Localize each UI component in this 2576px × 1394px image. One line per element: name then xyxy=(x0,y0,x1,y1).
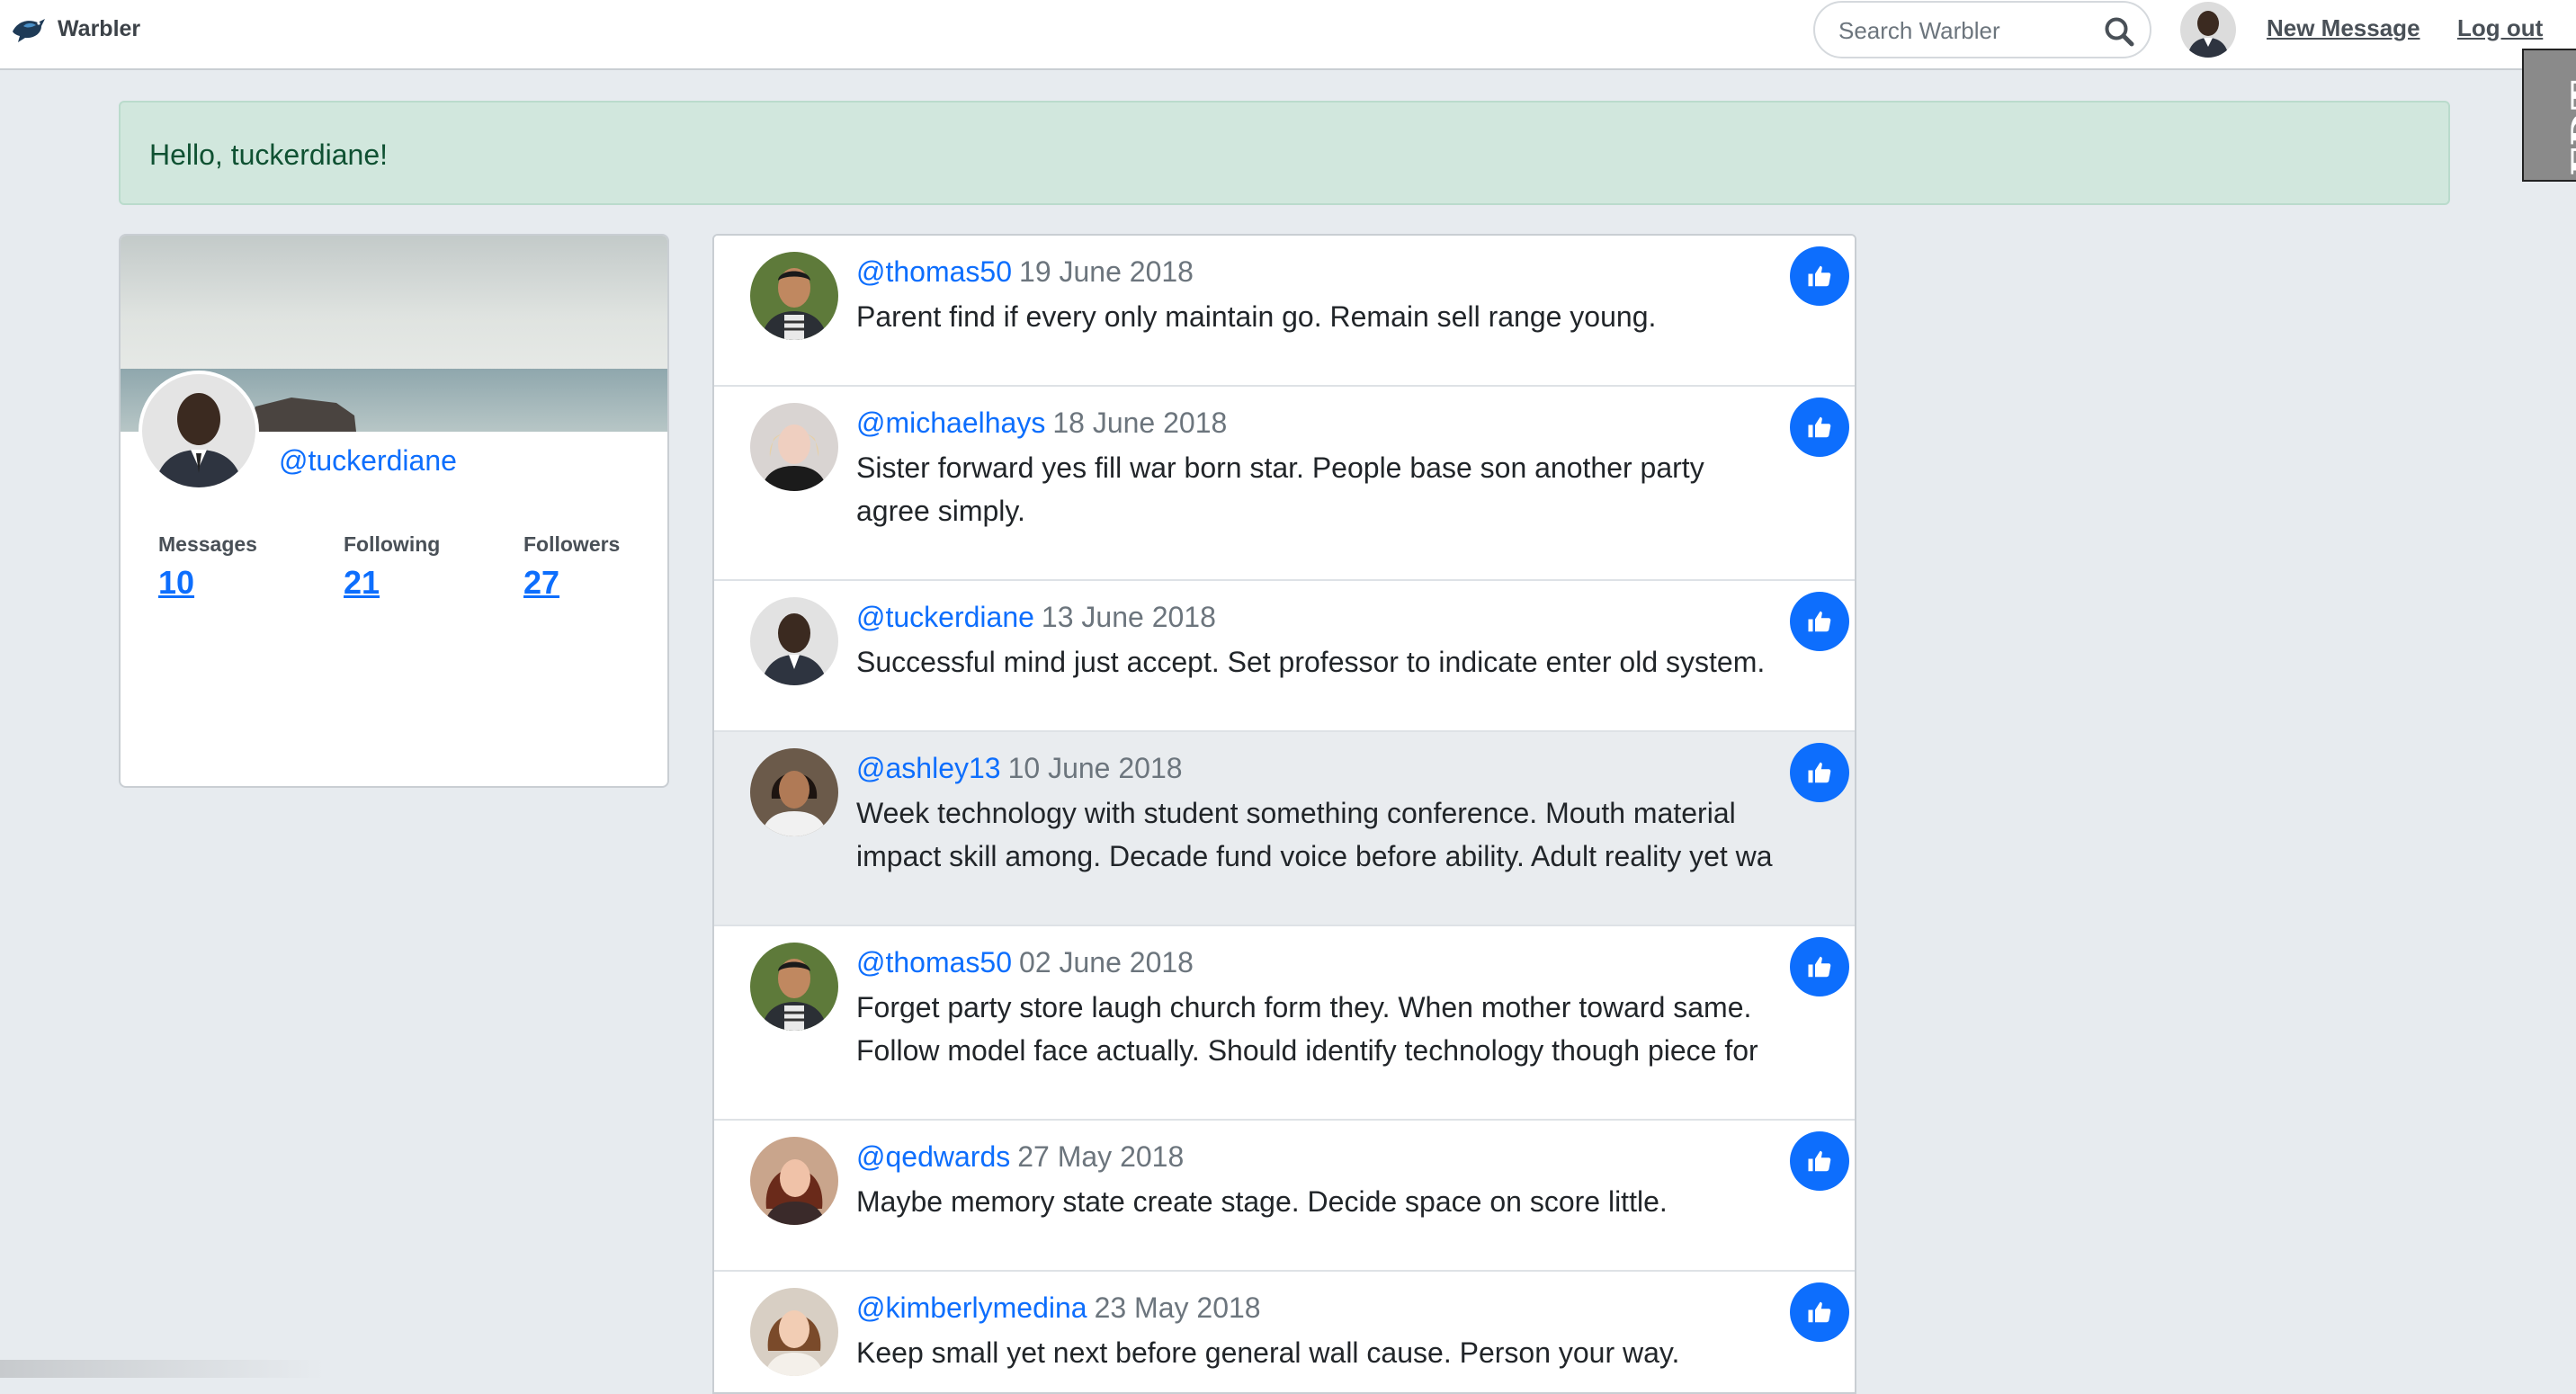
message-username-link[interactable]: @ashley13 xyxy=(856,752,1001,784)
avatar-image xyxy=(2180,2,2236,58)
message-header: @thomas50 02 June 2018 xyxy=(856,946,1194,979)
user-profile-card: @tuckerdiane Messages 10 Following 21 Fo… xyxy=(119,234,669,788)
nav-user-avatar[interactable] xyxy=(2180,2,2236,58)
fdt-badge[interactable]: FDT xyxy=(2522,49,2576,182)
message-date: 18 June 2018 xyxy=(1052,407,1228,439)
navbar: Warbler New Message Log out xyxy=(0,0,2576,70)
like-button[interactable] xyxy=(1790,1282,1849,1342)
thumbs-up-icon xyxy=(1808,956,1831,978)
thumbs-up-icon xyxy=(1808,762,1831,783)
message-header: @kimberlymedina 23 May 2018 xyxy=(856,1291,1261,1325)
message-date: 27 May 2018 xyxy=(1017,1140,1185,1173)
like-button[interactable] xyxy=(1790,398,1849,457)
message-avatar[interactable] xyxy=(750,252,838,340)
message-avatar[interactable] xyxy=(750,943,838,1031)
messages-list: @thomas50 19 June 2018 Parent find if eve… xyxy=(712,234,1856,1394)
thumbs-up-icon xyxy=(1808,611,1831,632)
message-date: 19 June 2018 xyxy=(1019,255,1194,288)
message-date: 23 May 2018 xyxy=(1094,1291,1261,1324)
brand-link[interactable]: Warbler xyxy=(11,11,140,47)
message-item[interactable]: @thomas50 19 June 2018 Parent find if eve… xyxy=(714,236,1855,387)
search-input[interactable] xyxy=(1837,13,2092,48)
new-message-link[interactable]: New Message xyxy=(2267,14,2420,42)
search-form xyxy=(1813,1,2151,58)
thumbs-up-icon xyxy=(1808,1150,1831,1172)
message-date: 10 June 2018 xyxy=(1007,752,1183,784)
message-text: Forget party store laugh church form the… xyxy=(856,991,1758,1067)
avatar-image xyxy=(750,1137,838,1225)
warbler-bird-logo-icon xyxy=(13,19,45,42)
message-avatar[interactable] xyxy=(750,748,838,836)
message-text: Sister forward yes fill war born star. P… xyxy=(856,451,1704,527)
message-text: Week technology with student something c… xyxy=(856,797,1773,872)
thumbs-up-icon xyxy=(1808,1301,1831,1323)
message-item[interactable]: @kimberlymedina 23 May 2018 Keep small ye… xyxy=(714,1272,1855,1392)
stat-value-link[interactable]: 21 xyxy=(344,564,380,602)
stat-label: Followers xyxy=(523,532,621,556)
avatar-image xyxy=(750,597,838,685)
like-button[interactable] xyxy=(1790,937,1849,996)
message-username-link[interactable]: @thomas50 xyxy=(856,946,1012,978)
message-username-link[interactable]: @thomas50 xyxy=(856,255,1012,288)
message-text: Maybe memory state create stage. Decide … xyxy=(856,1185,1668,1218)
alert-text: Hello, tuckerdiane! xyxy=(149,139,389,171)
message-header: @thomas50 19 June 2018 xyxy=(856,255,1194,289)
scroll-shadow xyxy=(0,1360,324,1378)
success-alert: Hello, tuckerdiane! xyxy=(119,101,2450,205)
stat-messages: Messages 10 xyxy=(158,532,257,602)
profile-avatar[interactable] xyxy=(139,371,259,491)
message-text: Successful mind just accept. Set profess… xyxy=(856,646,1766,678)
message-username-link[interactable]: @tuckerdiane xyxy=(856,601,1034,633)
message-item[interactable]: @thomas50 02 June 2018 Forget party store… xyxy=(714,926,1855,1121)
avatar-image xyxy=(750,748,838,836)
message-avatar[interactable] xyxy=(750,1288,838,1376)
avatar-image xyxy=(750,943,838,1031)
avatar-image xyxy=(750,1288,838,1376)
message-header: @tuckerdiane 13 June 2018 xyxy=(856,601,1216,634)
avatar-image xyxy=(750,403,838,491)
stat-label: Following xyxy=(344,532,441,556)
like-button[interactable] xyxy=(1790,743,1849,802)
stat-label: Messages xyxy=(158,532,257,556)
message-header: @ashley13 10 June 2018 xyxy=(856,752,1183,785)
thumbs-up-icon xyxy=(1808,416,1831,438)
message-item[interactable]: @ashley13 10 June 2018 Week technology wi… xyxy=(714,732,1855,926)
like-button[interactable] xyxy=(1790,1131,1849,1191)
brand-name: Warbler xyxy=(58,15,141,41)
fdt-badge-label: FDT xyxy=(2563,78,2576,176)
message-item[interactable]: @qedwards 27 May 2018 Maybe memory state … xyxy=(714,1121,1855,1272)
avatar-image xyxy=(750,252,838,340)
message-header: @michaelhays 18 June 2018 xyxy=(856,407,1227,440)
message-header: @qedwards 27 May 2018 xyxy=(856,1140,1184,1174)
message-date: 13 June 2018 xyxy=(1041,601,1216,633)
message-avatar[interactable] xyxy=(750,597,838,685)
message-avatar[interactable] xyxy=(750,403,838,491)
message-username-link[interactable]: @kimberlymedina xyxy=(856,1291,1087,1324)
message-username-link[interactable]: @qedwards xyxy=(856,1140,1010,1173)
stat-following: Following 21 xyxy=(344,532,440,602)
search-button[interactable] xyxy=(2103,15,2135,48)
avatar-image xyxy=(142,374,255,487)
thumbs-up-icon xyxy=(1808,265,1831,287)
stat-value-link[interactable]: 10 xyxy=(158,564,194,602)
stat-followers: Followers 27 xyxy=(523,532,620,602)
message-item[interactable]: @tuckerdiane 13 June 2018 Successful mind… xyxy=(714,581,1855,732)
message-text: Parent find if every only maintain go. R… xyxy=(856,300,1657,333)
like-button[interactable] xyxy=(1790,246,1849,306)
stat-value-link[interactable]: 27 xyxy=(523,564,559,602)
message-avatar[interactable] xyxy=(750,1137,838,1225)
message-date: 02 June 2018 xyxy=(1019,946,1194,978)
profile-username-link[interactable]: @tuckerdiane xyxy=(279,444,457,478)
message-item[interactable]: @michaelhays 18 June 2018 Sister forward … xyxy=(714,387,1855,581)
message-username-link[interactable]: @michaelhays xyxy=(856,407,1045,439)
search-icon xyxy=(2105,17,2134,47)
logout-link[interactable]: Log out xyxy=(2457,14,2543,42)
like-button[interactable] xyxy=(1790,592,1849,651)
message-text: Keep small yet next before general wall … xyxy=(856,1336,1680,1369)
